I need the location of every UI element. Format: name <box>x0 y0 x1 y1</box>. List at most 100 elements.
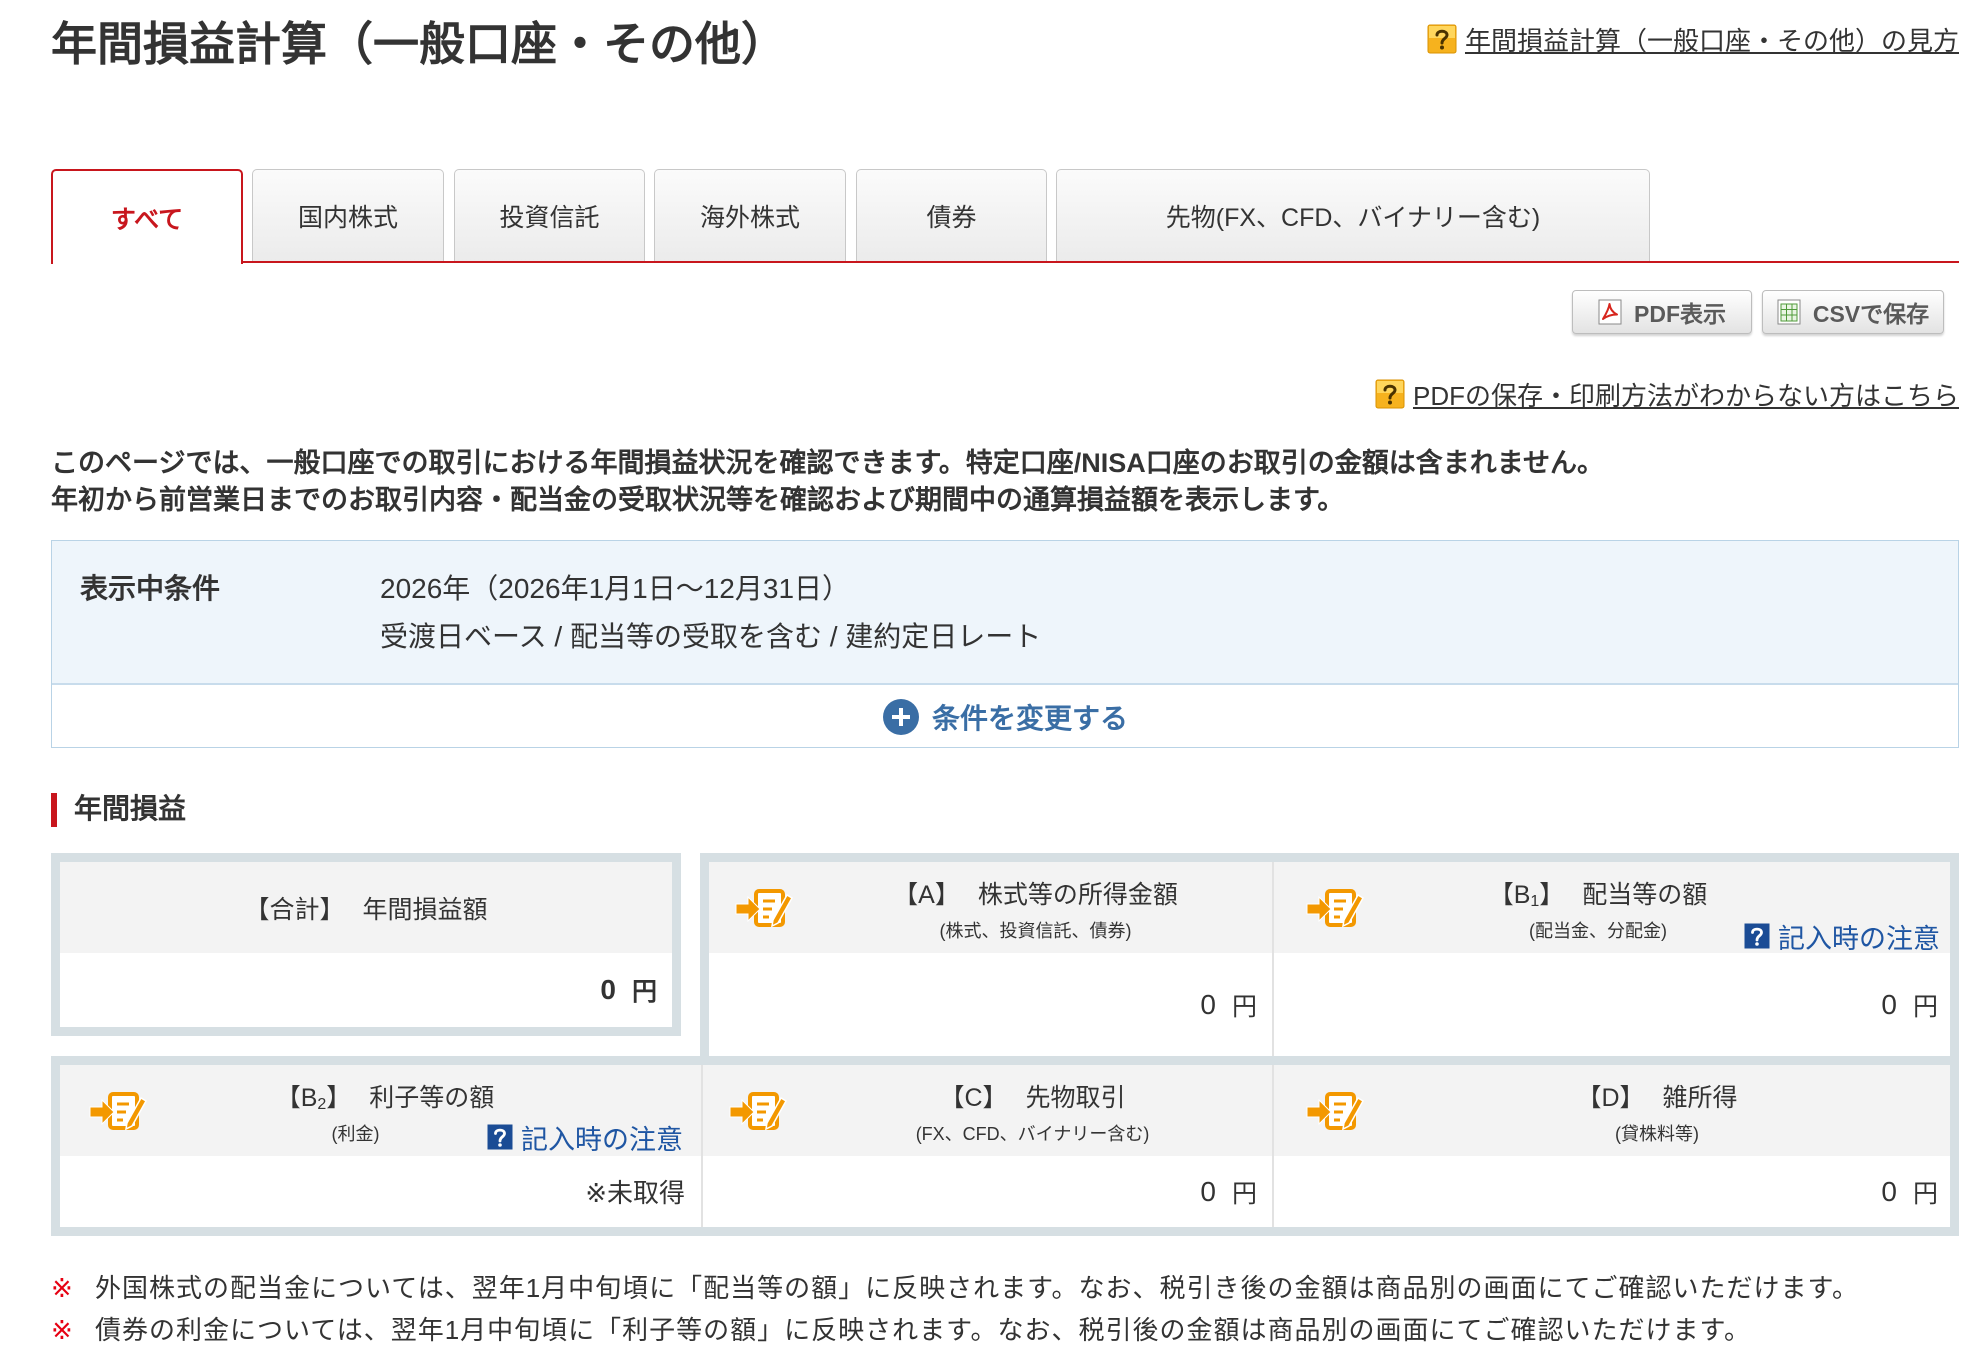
income-cell-c-amount: 0 円 <box>1200 1156 1257 1227</box>
income-cell-b2-value: ※未取得 <box>585 1178 685 1208</box>
income-cell-b1-header: 【B1】 配当等の額 (配当金、分配金) 記入時の注意 <box>1274 862 1950 954</box>
pdf-view-button[interactable]: PDF表示 <box>1572 290 1752 334</box>
income-cell-b1-code-main: 【B <box>1488 881 1531 909</box>
income-cell-c-unit: 円 <box>1231 1179 1257 1208</box>
income-cell-c-value: 0 <box>1200 1175 1216 1207</box>
income-cell-b2-amount: ※未取得 <box>585 1156 685 1227</box>
income-cell-c-title-text: 先物取引 <box>1025 1084 1126 1112</box>
total-pl-code: 【合計】 <box>244 895 345 924</box>
income-cell-b2-code-end: 】 <box>326 1084 352 1112</box>
income-cell-c-header: 【C】 先物取引 (FX、CFD、バイナリー含む) <box>703 1065 1272 1156</box>
income-cell-b1-code-end: 】 <box>1539 881 1565 909</box>
income-cell-b2: 【B2】 利子等の額 (利金) 記入時の注意 ※未取得 <box>60 1065 701 1227</box>
spreadsheet-icon <box>1777 299 1801 325</box>
total-pl-header: 【合計】 年間損益額 <box>60 862 672 953</box>
total-pl-title: 【合計】 年間損益額 <box>60 862 672 953</box>
total-pl-amount: 0 円 <box>600 953 657 1027</box>
income-cell-c-title: 【C】 先物取引 <box>793 1079 1272 1117</box>
tab-investment-trusts[interactable]: 投資信託 <box>454 169 645 262</box>
pdf-help-label: PDFの保存・印刷方法がわからない方はこちら <box>1412 380 1959 411</box>
footnote-text: 債券の利金については、翌年1月中旬頃に「利子等の額」に反映されます。なお、税引後… <box>95 1315 1751 1345</box>
income-cell-a-code: 【A】 <box>893 881 960 909</box>
income-cell-c: 【C】 先物取引 (FX、CFD、バイナリー含む) 0 円 <box>701 1065 1272 1227</box>
question-icon <box>1744 923 1770 949</box>
page-title: 年間損益計算（一般口座・その他） <box>51 18 787 70</box>
edit-note-icon[interactable] <box>1306 886 1365 932</box>
conditions-label: 表示中条件 <box>80 573 221 604</box>
description-line: 年初から前営業日までのお取引内容・配当金の受取状況等を確認および期間中の通算損益… <box>51 485 1345 515</box>
income-cell-b2-header: 【B2】 利子等の額 (利金) 記入時の注意 <box>60 1065 701 1156</box>
footnote-item: ※ 外国株式の配当金については、翌年1月中旬頃に「配当等の額」に反映されます。な… <box>51 1267 1959 1309</box>
pdf-help-link[interactable]: PDFの保存・印刷方法がわからない方はこちら <box>1375 376 1959 412</box>
income-cell-b1-code-sub: 1 <box>1530 893 1540 910</box>
income-cell-a-unit: 円 <box>1231 992 1257 1021</box>
page-description: このページでは、一般口座での取引における年間損益状況を確認できます。特定口座/N… <box>51 445 1959 519</box>
income-cell-c-code: 【C】 <box>939 1084 1008 1112</box>
income-cell-d-amount: 0 円 <box>1881 1156 1938 1227</box>
total-pl-unit: 円 <box>631 978 657 1006</box>
tab-futures[interactable]: 先物(FX、CFD、バイナリー含む) <box>1056 169 1650 262</box>
income-cell-d-note: (貸株料等) <box>1615 1124 1699 1144</box>
income-cell-d-value: 0 <box>1881 1175 1897 1207</box>
edit-note-icon[interactable] <box>1306 1089 1365 1135</box>
income-row-1: 【A】 株式等の所得金額 (株式、投資信託、債券) 0 円 【B1】 配当等の額… <box>700 853 1959 1056</box>
help-link-label: 年間損益計算（一般口座・その他）の見方 <box>1464 25 1959 56</box>
income-cell-d-unit: 円 <box>1912 1179 1938 1208</box>
question-icon <box>1427 24 1457 54</box>
section-accent-bar <box>51 793 57 827</box>
conditions-values: 2026年（2026年1月1日～12月31日） 受渡日ベース / 配当等の受取を… <box>380 565 1041 661</box>
caution-link-b2[interactable]: 記入時の注意 <box>487 1119 683 1155</box>
footnotes: ※ 外国株式の配当金については、翌年1月中旬頃に「配当等の額」に反映されます。な… <box>51 1267 1959 1351</box>
caution-link-b1[interactable]: 記入時の注意 <box>1744 918 1940 954</box>
conditions-period: 2026年（2026年1月1日～12月31日） <box>380 573 851 604</box>
conditions-summary: 表示中条件 2026年（2026年1月1日～12月31日） 受渡日ベース / 配… <box>52 541 1958 685</box>
change-conditions-button[interactable]: 条件を変更する <box>52 687 1958 747</box>
question-icon <box>487 1124 513 1150</box>
pdf-icon <box>1598 299 1622 325</box>
income-row-2: 【B2】 利子等の額 (利金) 記入時の注意 ※未取得 【C】 先物取引 (FX… <box>51 1056 1959 1236</box>
tab-bonds[interactable]: 債券 <box>856 169 1047 262</box>
caution-link-label: 記入時の注意 <box>521 1124 683 1155</box>
income-cell-b1-amount: 0 円 <box>1881 953 1938 1056</box>
pdf-view-label: PDF表示 <box>1634 301 1726 327</box>
section-title-annual-pl: 年間損益 <box>74 793 187 824</box>
description-line: このページでは、一般口座での取引における年間損益状況を確認できます。特定口座/N… <box>51 448 1604 478</box>
income-cell-b2-code-main: 【B <box>275 1084 318 1112</box>
edit-note-icon[interactable] <box>735 886 794 932</box>
edit-note-icon[interactable] <box>89 1089 148 1135</box>
income-cell-b2-code-sub: 2 <box>317 1096 327 1113</box>
tab-underline <box>51 261 1959 263</box>
csv-save-label: CSVで保存 <box>1812 301 1930 327</box>
income-cell-b1-value: 0 <box>1881 988 1897 1020</box>
footnote-item: ※ 債券の利金については、翌年1月中旬頃に「利子等の額」に反映されます。なお、税… <box>51 1309 1959 1351</box>
income-cell-d-code: 【D】 <box>1576 1084 1645 1112</box>
tab-all[interactable]: すべて <box>51 169 243 264</box>
total-pl-title-text: 年間損益額 <box>362 895 488 924</box>
footnote-text: 外国株式の配当金については、翌年1月中旬頃に「配当等の額」に反映されます。なお、… <box>95 1273 1859 1303</box>
csv-save-button[interactable]: CSVで保存 <box>1762 290 1944 334</box>
income-cell-b1-code: 【B1】 <box>1488 881 1565 910</box>
income-cell-d: 【D】 雑所得 (貸株料等) 0 円 <box>1272 1065 1950 1227</box>
change-conditions-label: 条件を変更する <box>931 703 1128 734</box>
help-link-annual-pl-guide[interactable]: 年間損益計算（一般口座・その他）の見方 <box>1427 21 1959 57</box>
income-cell-a-value: 0 <box>1200 988 1216 1020</box>
income-cell-a-title: 【A】 株式等の所得金額 <box>799 876 1272 914</box>
footnote-mark: ※ <box>51 1315 74 1345</box>
income-cell-a: 【A】 株式等の所得金額 (株式、投資信託、債券) 0 円 <box>709 862 1272 1056</box>
conditions-settings: 受渡日ベース / 配当等の受取を含む / 建約定日レート <box>380 621 1042 652</box>
income-cell-b1-title: 【B1】 配当等の額 <box>1364 876 1832 918</box>
income-cell-b1-title-text: 配当等の額 <box>1582 881 1708 909</box>
caution-link-label: 記入時の注意 <box>1778 923 1940 954</box>
tab-foreign-stocks[interactable]: 海外株式 <box>654 169 846 262</box>
tab-domestic-stocks[interactable]: 国内株式 <box>252 169 444 262</box>
income-cell-b1: 【B1】 配当等の額 (配当金、分配金) 記入時の注意 0 円 <box>1272 862 1950 1056</box>
income-cell-c-note: (FX、CFD、バイナリー含む) <box>915 1124 1150 1144</box>
question-icon <box>1375 379 1405 409</box>
edit-note-icon[interactable] <box>729 1089 788 1135</box>
plus-circle-icon <box>882 698 920 736</box>
income-cell-b2-title-text: 利子等の額 <box>369 1084 495 1112</box>
footnote-mark: ※ <box>51 1273 74 1303</box>
income-cell-a-amount: 0 円 <box>1200 953 1257 1056</box>
income-cell-b2-code: 【B2】 <box>275 1084 352 1113</box>
income-cell-d-header: 【D】 雑所得 (貸株料等) <box>1274 1065 1950 1156</box>
